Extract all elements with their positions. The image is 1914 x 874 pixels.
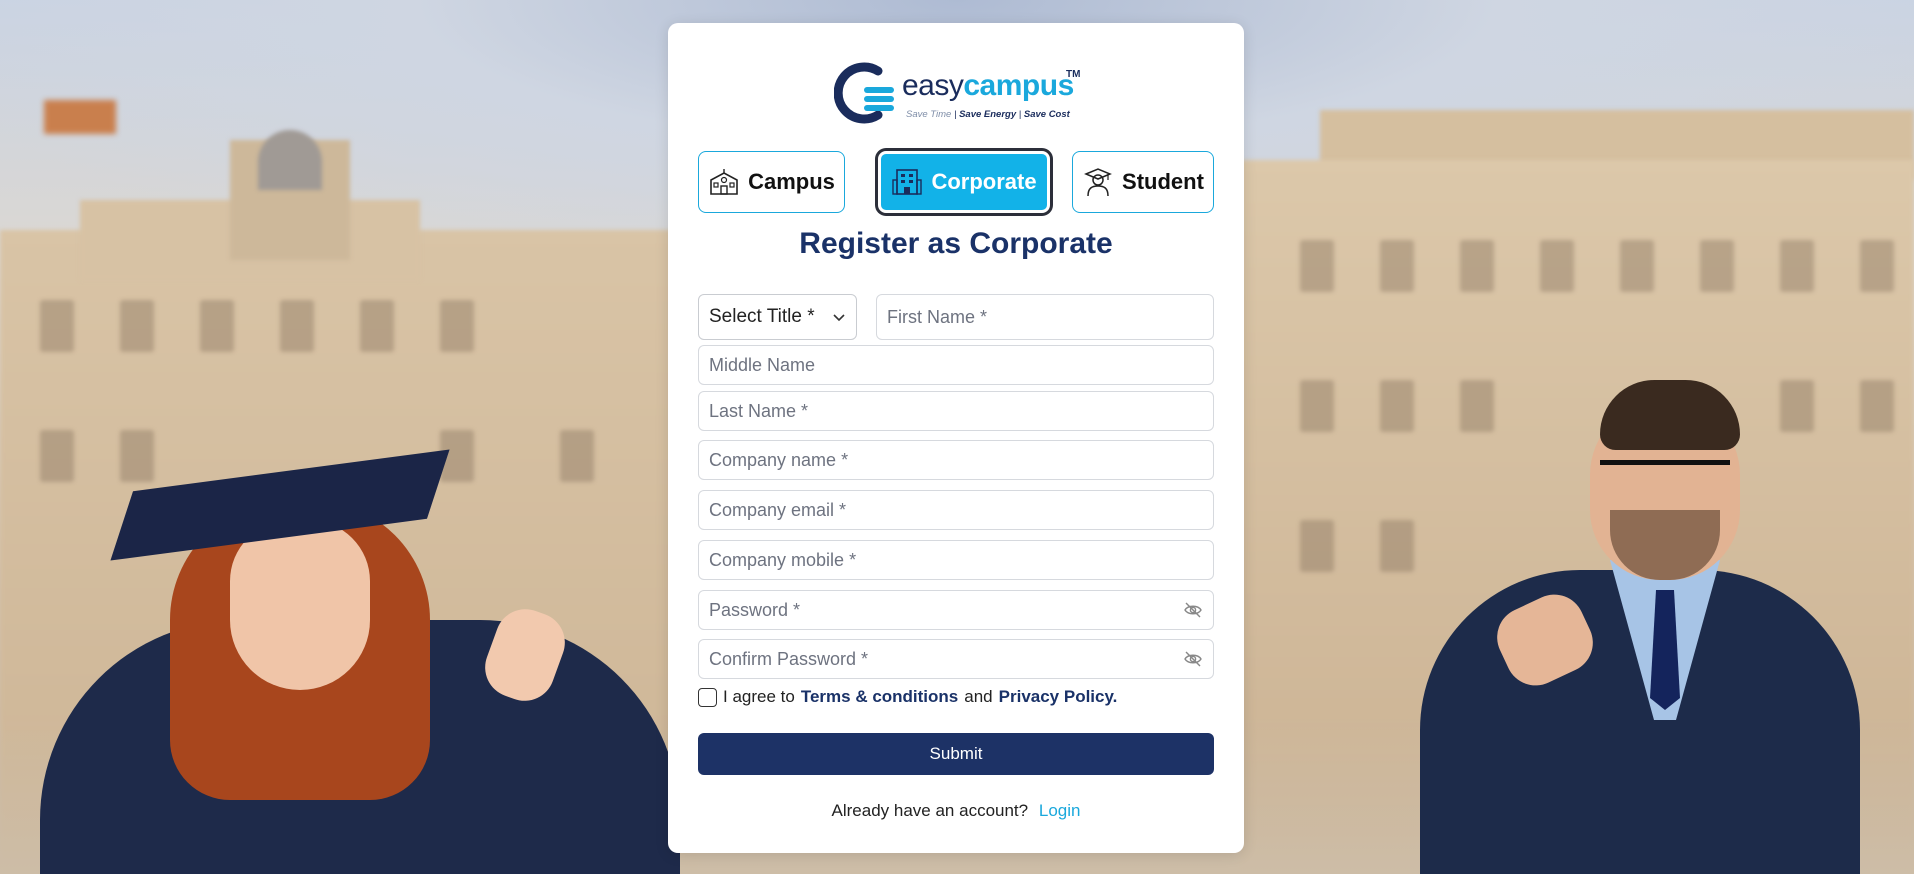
login-prompt-text: Already have an account? bbox=[831, 801, 1029, 820]
logo-wordmark: easycampus bbox=[902, 69, 1074, 102]
company-mobile-field[interactable] bbox=[698, 540, 1214, 580]
eye-slash-icon[interactable] bbox=[1183, 600, 1203, 620]
easycampus-logo: easycampus TM Save Time | Save Energy | … bbox=[834, 61, 1084, 133]
confirm-password-field[interactable] bbox=[698, 639, 1214, 679]
title-select[interactable]: Select Title * bbox=[698, 294, 857, 340]
company-email-input[interactable] bbox=[709, 499, 1203, 521]
student-icon bbox=[1084, 168, 1112, 197]
corporate-building-icon bbox=[892, 169, 923, 195]
eye-slash-icon[interactable] bbox=[1183, 649, 1203, 669]
role-campus-label: Campus bbox=[748, 169, 835, 194]
agree-and-text: and bbox=[964, 687, 993, 706]
register-card: easycampus TM Save Time | Save Energy | … bbox=[668, 23, 1244, 853]
login-link[interactable]: Login bbox=[1039, 801, 1081, 820]
privacy-link[interactable]: Privacy Policy. bbox=[999, 687, 1118, 707]
first-name-input[interactable] bbox=[887, 306, 1203, 328]
terms-link[interactable]: Terms & conditions bbox=[801, 687, 958, 707]
terms-agreement: I agree to Terms & conditions and Privac… bbox=[698, 687, 1117, 707]
agree-checkbox[interactable] bbox=[698, 687, 717, 707]
agree-prefix-text: I agree to bbox=[723, 687, 795, 706]
company-name-input[interactable] bbox=[709, 449, 1203, 471]
company-name-field[interactable] bbox=[698, 440, 1214, 480]
role-student-label: Student bbox=[1122, 169, 1204, 194]
company-email-field[interactable] bbox=[698, 490, 1214, 530]
logo-c-icon bbox=[834, 62, 894, 124]
company-mobile-input[interactable] bbox=[709, 549, 1203, 571]
campus-building-icon bbox=[710, 169, 738, 195]
role-corporate-label: Corporate bbox=[931, 169, 1037, 194]
logo-tagline: Save Time | Save Energy | Save Cost bbox=[906, 109, 1070, 120]
password-input[interactable] bbox=[709, 599, 1183, 621]
last-name-field[interactable] bbox=[698, 391, 1214, 431]
chevron-down-icon bbox=[833, 314, 845, 322]
page-title: Register as Corporate bbox=[799, 227, 1113, 260]
submit-button[interactable]: Submit bbox=[698, 733, 1214, 775]
password-field[interactable] bbox=[698, 590, 1214, 630]
confirm-password-input[interactable] bbox=[709, 648, 1183, 670]
middle-name-field[interactable] bbox=[698, 345, 1214, 385]
first-name-field[interactable] bbox=[876, 294, 1214, 340]
last-name-input[interactable] bbox=[709, 400, 1203, 422]
role-student-button[interactable]: Student bbox=[1072, 151, 1214, 213]
role-selector: Campus Corporate Student bbox=[698, 151, 1214, 213]
middle-name-input[interactable] bbox=[709, 354, 1203, 376]
login-prompt: Already have an account? Login bbox=[668, 801, 1244, 821]
role-campus-button[interactable]: Campus bbox=[698, 151, 845, 213]
role-corporate-button[interactable]: Corporate bbox=[878, 151, 1050, 213]
logo-trademark: TM bbox=[1066, 69, 1081, 80]
title-select-value: Select Title * bbox=[709, 306, 815, 327]
